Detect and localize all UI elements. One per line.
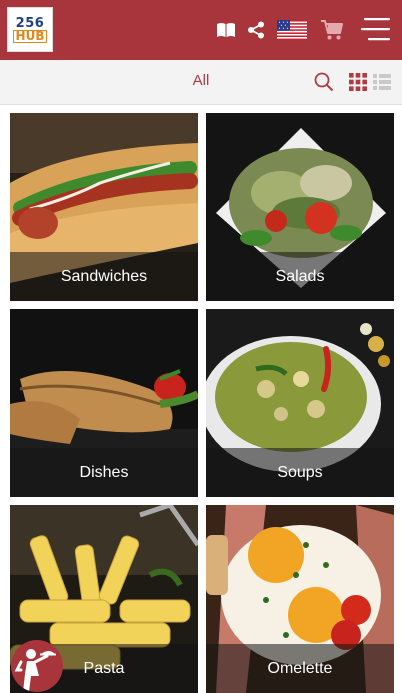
- category-tile-omelette[interactable]: Omelette: [206, 505, 394, 693]
- category-tile-sandwiches[interactable]: Sandwiches: [10, 113, 198, 301]
- us-flag-icon[interactable]: [276, 18, 308, 42]
- share-icon[interactable]: [245, 18, 267, 42]
- category-label: Sandwiches: [10, 252, 198, 301]
- top-app-bar: 256 HUB: [0, 0, 402, 60]
- hamburger-menu-icon[interactable]: [360, 16, 392, 42]
- cart-icon[interactable]: [319, 18, 345, 42]
- search-icon[interactable]: [313, 71, 335, 93]
- category-label: Soups: [206, 448, 394, 497]
- grid-view-icon[interactable]: [349, 73, 367, 91]
- app-logo[interactable]: 256 HUB: [7, 7, 53, 52]
- category-tile-soups[interactable]: Soups: [206, 309, 394, 497]
- category-tile-dishes[interactable]: Dishes: [10, 309, 198, 497]
- logo-text-bottom: HUB: [12, 29, 48, 43]
- category-label: Omelette: [206, 644, 394, 693]
- category-tile-salads[interactable]: Salads: [206, 113, 394, 301]
- category-filter-dropdown[interactable]: All: [0, 72, 402, 89]
- category-label: Salads: [206, 252, 394, 301]
- logo-text-top: 256: [15, 15, 45, 31]
- category-label: Dishes: [10, 448, 198, 497]
- category-filter-bar: All: [0, 60, 402, 105]
- waiter-icon: [14, 649, 56, 692]
- list-view-icon[interactable]: [373, 73, 391, 91]
- call-waiter-button[interactable]: [11, 640, 63, 692]
- menu-book-icon[interactable]: [215, 18, 237, 42]
